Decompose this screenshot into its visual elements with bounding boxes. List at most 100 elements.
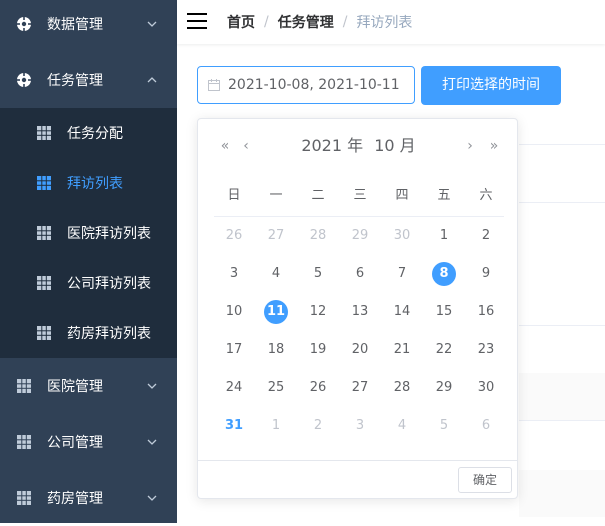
- menu-item-label: 公司管理: [47, 435, 103, 451]
- menu-item-hospital-management[interactable]: 医院管理: [0, 358, 177, 414]
- day-cell[interactable]: 4: [390, 414, 414, 438]
- breadcrumb-task-management[interactable]: 任务管理: [278, 12, 334, 32]
- table-row-divider: [519, 420, 605, 421]
- menu-item-data-management[interactable]: 数据管理: [0, 0, 177, 52]
- confirm-button[interactable]: 确定: [458, 467, 512, 493]
- weekday-label: 三: [353, 188, 367, 203]
- day-cell[interactable]: 6: [474, 414, 498, 438]
- hamburger-icon[interactable]: [187, 11, 207, 31]
- print-selected-time-button[interactable]: 打印选择的时间: [421, 66, 561, 105]
- day-cell[interactable]: 20: [348, 338, 372, 362]
- day-cell[interactable]: 15: [432, 300, 456, 324]
- day-cell[interactable]: 1: [432, 224, 456, 248]
- breadcrumb: 首页 / 任务管理 / 拜访列表: [227, 0, 412, 44]
- menu-item-pharmacy-management[interactable]: 药房管理: [0, 470, 177, 526]
- day-cell[interactable]: 14: [390, 300, 414, 324]
- day-cell[interactable]: 21: [390, 338, 414, 362]
- day-cell[interactable]: 2: [474, 224, 498, 248]
- day-cell[interactable]: 27: [264, 224, 288, 248]
- grid-icon: [37, 226, 51, 240]
- breadcrumb-current: 拜访列表: [356, 15, 413, 31]
- sidebar-item-visit-list[interactable]: 拜访列表: [0, 158, 177, 208]
- day-cell[interactable]: 22: [432, 338, 456, 362]
- day-cell[interactable]: 1: [264, 414, 288, 438]
- date-range-input[interactable]: 2021-10-08, 2021-10-11: [197, 66, 415, 104]
- table-row-striped: [519, 373, 605, 420]
- date-picker-footer: 确定: [198, 460, 517, 500]
- day-cell[interactable]: 26: [306, 376, 330, 400]
- dashboard-icon: [15, 15, 33, 33]
- day-cell[interactable]: 6: [348, 262, 372, 286]
- weekday-label: 一: [269, 188, 283, 203]
- day-cell[interactable]: 29: [348, 224, 372, 248]
- chevron-down-icon: [146, 492, 158, 504]
- menu-item-task-management[interactable]: 任务管理: [0, 52, 177, 108]
- day-cell[interactable]: 26: [222, 224, 246, 248]
- menu-item-company-management[interactable]: 公司管理: [0, 414, 177, 470]
- weekday-label: 四: [395, 188, 409, 203]
- sidebar-item-hospital-visit-list[interactable]: 医院拜访列表: [0, 208, 177, 258]
- weekday-label: 日: [227, 188, 241, 203]
- date-picker-year[interactable]: 2021 年: [301, 136, 363, 155]
- navbar: 首页 / 任务管理 / 拜访列表: [177, 0, 605, 44]
- day-cell[interactable]: 27: [348, 376, 372, 400]
- sidebar: 数据管理 任务管理 任务分配 拜访列表 医院拜访列表 公司拜访列表 药房拜访列表…: [0, 0, 177, 523]
- day-cell[interactable]: 23: [474, 338, 498, 362]
- day-cell[interactable]: 9: [474, 262, 498, 286]
- next-month-button[interactable]: ›: [462, 131, 478, 161]
- chevron-down-icon: [146, 18, 158, 30]
- weekday-label: 六: [479, 188, 493, 203]
- chevron-up-icon: [146, 74, 158, 86]
- date-picker-panel: 2021 年 10 月 « ‹ › » 日一二三四五六 26 27 28 29 30 1 2…: [197, 118, 518, 499]
- date-picker-header: 2021 年 10 月 « ‹ › »: [198, 131, 519, 161]
- day-cell[interactable]: 18: [264, 338, 288, 362]
- day-cell[interactable]: 3: [222, 262, 246, 286]
- sidebar-item-task-assignment[interactable]: 任务分配: [0, 108, 177, 158]
- day-cell[interactable]: 28: [390, 376, 414, 400]
- day-cell[interactable]: 28: [306, 224, 330, 248]
- day-cell[interactable]: 2: [306, 414, 330, 438]
- day-cell[interactable]: 16: [474, 300, 498, 324]
- weekday-label: 二: [311, 188, 325, 203]
- day-cell[interactable]: 5: [306, 262, 330, 286]
- chevron-down-icon: [146, 436, 158, 448]
- date-picker-month[interactable]: 10 月: [374, 136, 415, 155]
- table-row-divider: [519, 144, 605, 145]
- day-cell[interactable]: 5: [432, 414, 456, 438]
- day-cell[interactable]: 17: [222, 338, 246, 362]
- breadcrumb-separator: /: [264, 14, 269, 30]
- next-year-button[interactable]: »: [486, 131, 502, 161]
- grid-icon: [37, 176, 51, 190]
- weekday-label: 五: [437, 188, 451, 203]
- grid-icon: [37, 326, 51, 340]
- calendar-icon: [208, 79, 220, 91]
- date-picker-divider: [214, 216, 504, 217]
- day-cell[interactable]: 13: [348, 300, 372, 324]
- grid-icon: [17, 491, 31, 505]
- prev-month-button[interactable]: ‹: [238, 131, 254, 161]
- menu-item-label: 医院管理: [47, 379, 103, 395]
- grid-icon: [17, 435, 31, 449]
- day-cell[interactable]: 8: [432, 262, 456, 286]
- day-cell[interactable]: 24: [222, 376, 246, 400]
- breadcrumb-home[interactable]: 首页: [227, 12, 255, 32]
- sidebar-item-pharmacy-visit-list[interactable]: 药房拜访列表: [0, 308, 177, 358]
- day-cell[interactable]: 12: [306, 300, 330, 324]
- grid-icon: [37, 126, 51, 140]
- grid-icon: [37, 276, 51, 290]
- day-cell[interactable]: 31: [222, 414, 246, 438]
- day-cell[interactable]: 10: [222, 300, 246, 324]
- menu-item-label: 药房管理: [47, 491, 103, 507]
- day-cell[interactable]: 4: [264, 262, 288, 286]
- day-cell[interactable]: 19: [306, 338, 330, 362]
- day-cell[interactable]: 30: [390, 224, 414, 248]
- day-cell[interactable]: 30: [474, 376, 498, 400]
- sidebar-item-company-visit-list[interactable]: 公司拜访列表: [0, 258, 177, 308]
- menu-item-label: 任务管理: [47, 73, 103, 89]
- day-cell[interactable]: 29: [432, 376, 456, 400]
- day-cell[interactable]: 25: [264, 376, 288, 400]
- prev-year-button[interactable]: «: [217, 131, 233, 161]
- day-cell[interactable]: 3: [348, 414, 372, 438]
- day-cell[interactable]: 11: [264, 300, 288, 324]
- day-cell[interactable]: 7: [390, 262, 414, 286]
